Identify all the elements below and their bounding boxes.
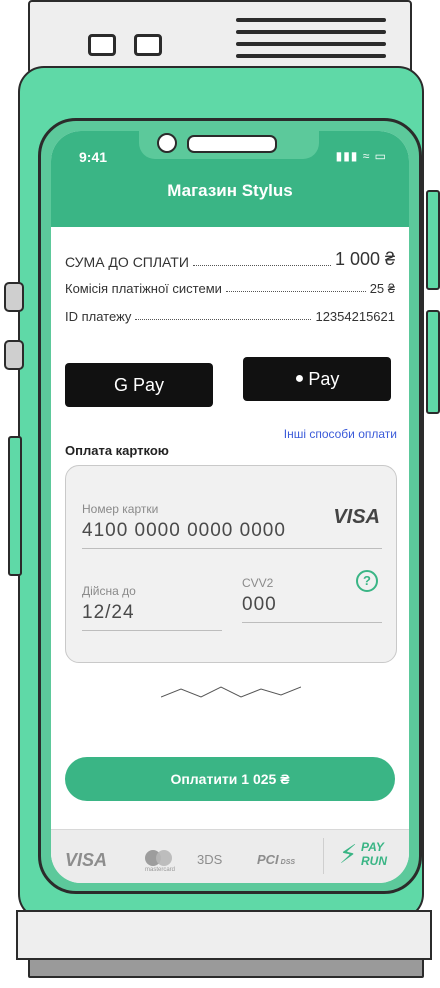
device-bottom-cap: [16, 910, 432, 960]
device-vent: [236, 42, 386, 46]
footer-divider: [323, 838, 324, 874]
side-knob: [4, 282, 24, 312]
card-section-title: Оплата карткою: [65, 443, 169, 458]
page-title: Магазин Stylus: [167, 181, 293, 200]
dss-label: DSS: [280, 859, 296, 866]
speaker-icon: [187, 135, 277, 153]
visa-logo: VISA: [333, 506, 380, 528]
dotted-leader: [225, 291, 366, 292]
device-vent: [236, 54, 386, 58]
fee-row: Комісія платіжної системи 25 ₴: [65, 281, 395, 296]
device-slot: [88, 34, 116, 56]
side-button-right-lower: [426, 310, 440, 414]
pci-label: PCI: [257, 852, 279, 867]
pay-button-label: Оплатити 1 025 ₴: [170, 771, 290, 787]
payment-id-row: ID платежу 12354215621: [65, 309, 395, 324]
pci-logo: PCI DSS: [257, 852, 295, 867]
payment-id-label: ID платежу: [65, 309, 132, 324]
cvv-input[interactable]: 000: [242, 594, 277, 616]
device-vent: [236, 30, 386, 34]
dotted-leader: [135, 319, 312, 320]
zigzag-decoration: [161, 686, 301, 698]
device-bottom-base: [28, 958, 424, 978]
card-number-underline: [82, 548, 382, 549]
pay-button[interactable]: Оплатити 1 025 ₴: [65, 757, 395, 801]
expiry-input[interactable]: 12/24: [82, 602, 135, 624]
cvv-label: CVV2: [242, 576, 274, 590]
expiry-label: Дійсна до: [82, 584, 136, 598]
payrun-line2: RUN: [361, 854, 387, 868]
footer-logos: VISA mastercard 3DS PCI DSS ⚡ PAY RUN: [51, 829, 409, 883]
side-button-left: [8, 436, 22, 576]
other-methods-link[interactable]: Інші способи оплати: [284, 427, 397, 441]
phone: 9:41 ▮▮▮ ≈ ▭ Магазин Stylus СУМА ДО СПЛА…: [38, 118, 422, 894]
payrun-line1: PAY: [361, 840, 384, 854]
side-knob: [4, 340, 24, 370]
fee-value: 25 ₴: [369, 281, 395, 296]
google-pay-label: G Pay: [113, 374, 165, 395]
phone-notch: [139, 131, 319, 159]
dotted-leader: [192, 265, 331, 266]
card-form: Номер картки 4100 0000 0000 0000 VISA Ді…: [65, 465, 397, 663]
question-circle-icon[interactable]: ?: [356, 570, 378, 592]
status-time: 9:41: [79, 149, 108, 165]
card-number-label: Номер картки: [82, 502, 159, 516]
fee-label: Комісія платіжної системи: [65, 281, 222, 296]
payrun-logo: PAY RUN: [361, 840, 387, 868]
apple-pay-button[interactable]: ● Pay: [243, 357, 391, 401]
app-header: 9:41 ▮▮▮ ≈ ▭ Магазин Stylus: [51, 131, 409, 227]
card-number-input[interactable]: 4100 0000 0000 0000: [82, 520, 286, 542]
amount-label: СУМА ДО СПЛАТИ: [65, 254, 189, 270]
apple-pay-label: Pay: [308, 368, 340, 389]
amount-row: СУМА ДО СПЛАТИ 1 000 ₴: [65, 249, 395, 270]
payment-id-value: 12354215621: [315, 309, 395, 324]
expiry-underline: [82, 630, 222, 631]
mastercard-logo: mastercard: [145, 850, 175, 873]
device-slot: [134, 34, 162, 56]
cvv-underline: [242, 622, 382, 623]
payrun-icon: ⚡: [339, 839, 358, 869]
3ds-logo: 3DS: [197, 852, 223, 867]
phone-screen: 9:41 ▮▮▮ ≈ ▭ Магазин Stylus СУМА ДО СПЛА…: [51, 131, 409, 883]
amount-value: 1 000 ₴: [334, 249, 395, 269]
google-pay-button[interactable]: G Pay: [65, 363, 213, 407]
mastercard-label: mastercard: [145, 867, 176, 873]
status-icons: ▮▮▮ ≈ ▭: [335, 149, 387, 163]
side-button-right-upper: [426, 190, 440, 290]
device-vent: [236, 18, 386, 22]
camera-icon: [157, 133, 177, 153]
visa-footer-logo: VISA: [65, 850, 108, 870]
apple-icon: ●: [294, 370, 305, 387]
device-top-cap: [28, 0, 412, 74]
